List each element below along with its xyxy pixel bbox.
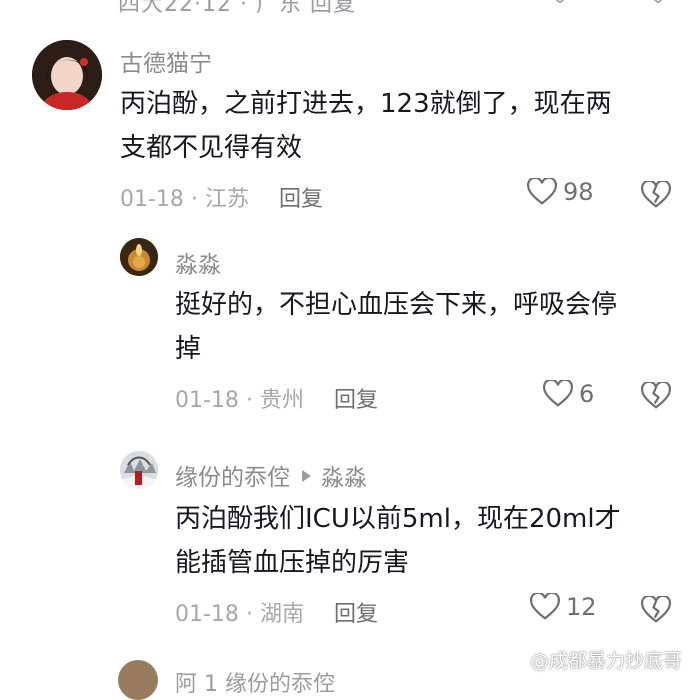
like-button[interactable]: 12 <box>530 593 597 621</box>
avatar-image <box>32 40 102 110</box>
reply-comment-item: 淼淼 挺好的，不担心血压会下来，呼吸会停 掉 01-18 · 贵州 回复 6 <box>0 230 690 430</box>
comment-meta: 01-18 · 贵州 回复 <box>175 388 378 413</box>
comment-location: 贵州 <box>259 388 304 413</box>
comment-text: 丙泊酚，之前打进去，123就倒了，现在两 支都不见得有效 <box>120 82 685 170</box>
reply-button[interactable]: 回复 <box>334 388 378 413</box>
avatar-image <box>120 451 158 489</box>
comment-date: 01-18 <box>175 602 239 627</box>
like-button[interactable]: 6 <box>543 380 594 408</box>
avatar[interactable] <box>118 660 158 700</box>
comment-text-line: 丙泊酚我们ICU以前5ml，现在20ml才 <box>175 504 621 534</box>
comment-username[interactable]: 古德猫宁 <box>120 44 212 78</box>
reply-button[interactable]: 回复 <box>279 187 323 212</box>
broken-heart-icon[interactable] <box>641 181 671 209</box>
triangle-right-icon <box>302 470 311 482</box>
comment-username-row: 缘份的忝倥 淼淼 <box>175 458 367 492</box>
like-button[interactable]: 98 <box>527 178 594 206</box>
comment-meta: 01-18 · 湖南 回复 <box>175 602 378 627</box>
reply-to-username[interactable]: 淼淼 <box>321 465 367 491</box>
heart-outline-icon <box>527 178 557 205</box>
comment-text-line: 丙泊酚，之前打进去，123就倒了，现在两 <box>120 89 612 119</box>
comment-text-line: 掉 <box>175 334 202 364</box>
comment-username[interactable]: 缘份的忝倥 <box>175 465 290 491</box>
comment-text: 挺好的，不担心血压会下来，呼吸会停 掉 <box>175 283 685 371</box>
comment-location: 江苏 <box>204 187 249 212</box>
comment-date: 01-18 <box>120 187 184 212</box>
heart-outline-icon <box>543 380 573 407</box>
avatar[interactable] <box>120 451 158 489</box>
comment-date: 01-18 <box>175 388 239 413</box>
like-count: 12 <box>566 593 597 621</box>
reply-comment-item: 缘份的忝倥 淼淼 丙泊酚我们ICU以前5ml，现在20ml才 能插管血压掉的厉害 … <box>0 445 690 645</box>
reply-button[interactable]: 回复 <box>334 602 378 627</box>
avatar-image <box>120 238 158 276</box>
heart-outline-icon <box>530 593 560 620</box>
comment-text: 丙泊酚我们ICU以前5ml，现在20ml才 能插管血压掉的厉害 <box>175 497 685 585</box>
comment-text-line: 能插管血压掉的厉害 <box>175 548 410 578</box>
like-count: 6 <box>579 380 595 408</box>
like-count: 98 <box>563 178 594 206</box>
comment-username[interactable]: 淼淼 <box>175 245 221 279</box>
comment-meta: 01-18 · 江苏 回复 <box>120 187 323 212</box>
comment-location: 湖南 <box>259 602 304 627</box>
comment-text-line: 支都不见得有效 <box>120 133 303 163</box>
broken-heart-icon[interactable] <box>641 382 671 410</box>
comment-text-line: 挺好的，不担心血压会下来，呼吸会停 <box>175 290 618 320</box>
next-comment-username: 阿 1 缘份的忝倥 <box>175 672 335 697</box>
broken-heart-icon[interactable] <box>641 596 671 624</box>
avatar[interactable] <box>120 238 158 276</box>
avatar[interactable] <box>32 40 102 110</box>
comment-item: 古德猫宁 丙泊酚，之前打进去，123就倒了，现在两 支都不见得有效 01-18 ·… <box>0 0 690 220</box>
watermark: @成都暴力抄底哥 <box>529 650 682 672</box>
